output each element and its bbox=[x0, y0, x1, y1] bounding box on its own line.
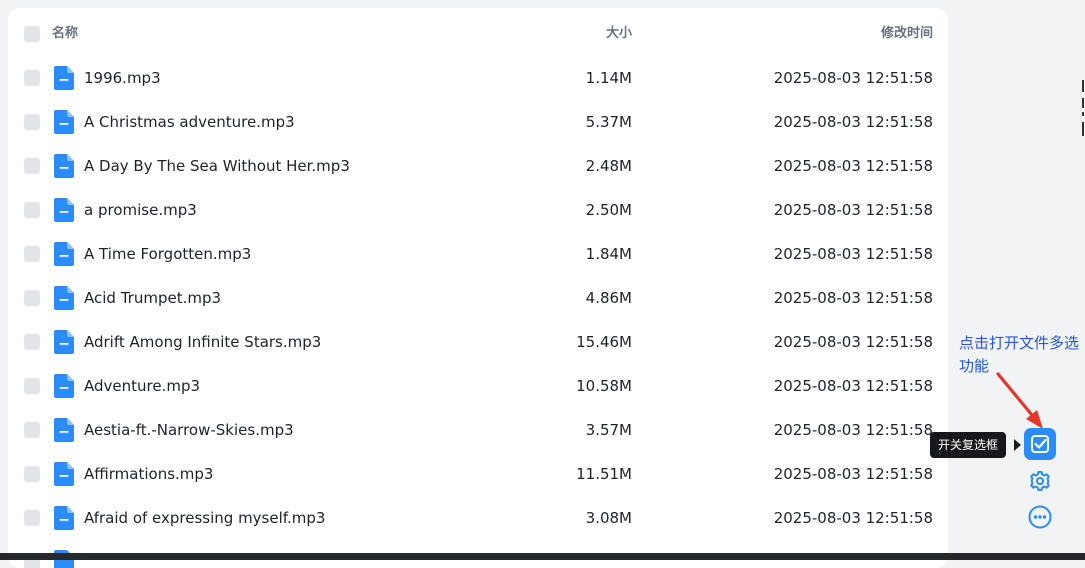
gear-icon bbox=[1030, 471, 1050, 491]
file-icon bbox=[54, 506, 74, 530]
table-row[interactable]: 1996.mp3 1.14M 2025-08-03 12:51:58 bbox=[8, 56, 948, 100]
file-size: 15.46M bbox=[576, 333, 632, 351]
table-row[interactable]: A Time Forgotten.mp3 1.84M 2025-08-03 12:5… bbox=[8, 232, 948, 276]
file-size: 2.50M bbox=[585, 201, 632, 219]
toggle-checkbox-button[interactable] bbox=[1024, 428, 1056, 460]
table-row[interactable]: A Christmas adventure.mp3 5.37M 2025-08-03… bbox=[8, 100, 948, 144]
file-modified-time: 2025-08-03 12:51:58 bbox=[773, 421, 933, 439]
file-icon bbox=[54, 286, 74, 310]
file-size: 3.08M bbox=[585, 509, 632, 527]
file-icon bbox=[54, 154, 74, 178]
file-modified-time: 2025-08-03 12:51:58 bbox=[773, 69, 933, 87]
file-size: 1.14M bbox=[585, 69, 632, 87]
file-name[interactable]: A Time Forgotten.mp3 bbox=[84, 232, 251, 276]
file-icon bbox=[54, 418, 74, 442]
file-modified-time: 2025-08-03 12:51:58 bbox=[773, 201, 933, 219]
file-name[interactable]: A Christmas adventure.mp3 bbox=[84, 100, 295, 144]
file-size: 10.58M bbox=[576, 377, 632, 395]
file-icon bbox=[54, 330, 74, 354]
file-name[interactable]: Adventure.mp3 bbox=[84, 364, 200, 408]
file-list-panel: 名称 大小 修改时间 1996.mp3 1.14M 2025-08-03 12:51… bbox=[8, 8, 948, 568]
row-checkbox[interactable] bbox=[24, 510, 40, 526]
file-icon bbox=[54, 66, 74, 90]
row-checkbox[interactable] bbox=[24, 158, 40, 174]
file-name[interactable]: Acid Trumpet.mp3 bbox=[84, 276, 221, 320]
file-name[interactable]: 1996.mp3 bbox=[84, 56, 161, 100]
table-row[interactable]: Afraid of expressing myself.mp3 3.08M 2025… bbox=[8, 496, 948, 540]
row-checkbox[interactable] bbox=[24, 334, 40, 350]
row-checkbox[interactable] bbox=[24, 378, 40, 394]
table-header: 名称 大小 修改时间 bbox=[8, 12, 948, 56]
table-row[interactable]: Affirmations.mp3 11.51M 2025-08-03 12:51:5… bbox=[8, 452, 948, 496]
file-name[interactable]: Adrift Among Infinite Stars.mp3 bbox=[84, 320, 321, 364]
more-button[interactable] bbox=[1024, 501, 1056, 533]
file-name[interactable]: Afraid of expressing myself.mp3 bbox=[84, 496, 325, 540]
row-checkbox[interactable] bbox=[24, 114, 40, 130]
file-modified-time: 2025-08-03 12:51:58 bbox=[773, 113, 933, 131]
row-checkbox[interactable] bbox=[24, 246, 40, 262]
annotation-arrow bbox=[996, 372, 1043, 429]
bottom-bar bbox=[0, 553, 1085, 560]
file-icon bbox=[54, 242, 74, 266]
file-icon bbox=[54, 462, 74, 486]
file-modified-time: 2025-08-03 12:51:58 bbox=[773, 157, 933, 175]
file-size: 1.84M bbox=[585, 245, 632, 263]
more-icon bbox=[1028, 505, 1052, 529]
file-icon bbox=[54, 374, 74, 398]
column-header-size[interactable]: 大小 bbox=[606, 12, 632, 56]
file-name[interactable]: Aestia-ft.-Narrow-Skies.mp3 bbox=[84, 408, 294, 452]
file-modified-time: 2025-08-03 12:51:58 bbox=[773, 377, 933, 395]
window-edge-glyph bbox=[1082, 80, 1084, 136]
tooltip-arrow bbox=[1014, 439, 1021, 451]
table-row[interactable]: Adventure.mp3 10.58M 2025-08-03 12:51:58 bbox=[8, 364, 948, 408]
column-header-modified[interactable]: 修改时间 bbox=[881, 12, 933, 56]
table-row[interactable]: Aestia-ft.-Narrow-Skies.mp3 3.57M 2025-08-… bbox=[8, 408, 948, 452]
row-checkbox[interactable] bbox=[24, 466, 40, 482]
column-header-name[interactable]: 名称 bbox=[52, 12, 78, 56]
file-size: 5.37M bbox=[585, 113, 632, 131]
file-name[interactable]: a promise.mp3 bbox=[84, 188, 197, 232]
file-modified-time: 2025-08-03 12:51:58 bbox=[773, 333, 933, 351]
table-row[interactable]: Adrift Among Infinite Stars.mp3 15.46M 202… bbox=[8, 320, 948, 364]
file-modified-time: 2025-08-03 12:51:58 bbox=[773, 509, 933, 527]
file-icon bbox=[54, 198, 74, 222]
row-checkbox[interactable] bbox=[24, 422, 40, 438]
file-size: 11.51M bbox=[576, 465, 632, 483]
file-size: 4.86M bbox=[585, 289, 632, 307]
settings-button[interactable] bbox=[1024, 465, 1056, 497]
file-name[interactable]: Affirmations.mp3 bbox=[84, 452, 213, 496]
file-modified-time: 2025-08-03 12:51:58 bbox=[773, 465, 933, 483]
table-row[interactable]: A Day By The Sea Without Her.mp3 2.48M 202… bbox=[8, 144, 948, 188]
row-checkbox[interactable] bbox=[24, 70, 40, 86]
file-modified-time: 2025-08-03 12:51:58 bbox=[773, 245, 933, 263]
checkbox-toggle-tooltip: 开关复选框 bbox=[930, 432, 1007, 458]
file-icon bbox=[54, 110, 74, 134]
file-name[interactable]: A Day By The Sea Without Her.mp3 bbox=[84, 144, 350, 188]
select-all-checkbox[interactable] bbox=[24, 26, 40, 42]
file-modified-time: 2025-08-03 12:51:58 bbox=[773, 289, 933, 307]
file-size: 3.57M bbox=[585, 421, 632, 439]
file-size: 2.48M bbox=[585, 157, 632, 175]
table-row[interactable]: Acid Trumpet.mp3 4.86M 2025-08-03 12:51:58 bbox=[8, 276, 948, 320]
row-checkbox[interactable] bbox=[24, 290, 40, 306]
table-row[interactable]: a promise.mp3 2.50M 2025-08-03 12:51:58 bbox=[8, 188, 948, 232]
checkbox-icon bbox=[1031, 435, 1049, 453]
row-checkbox[interactable] bbox=[24, 202, 40, 218]
